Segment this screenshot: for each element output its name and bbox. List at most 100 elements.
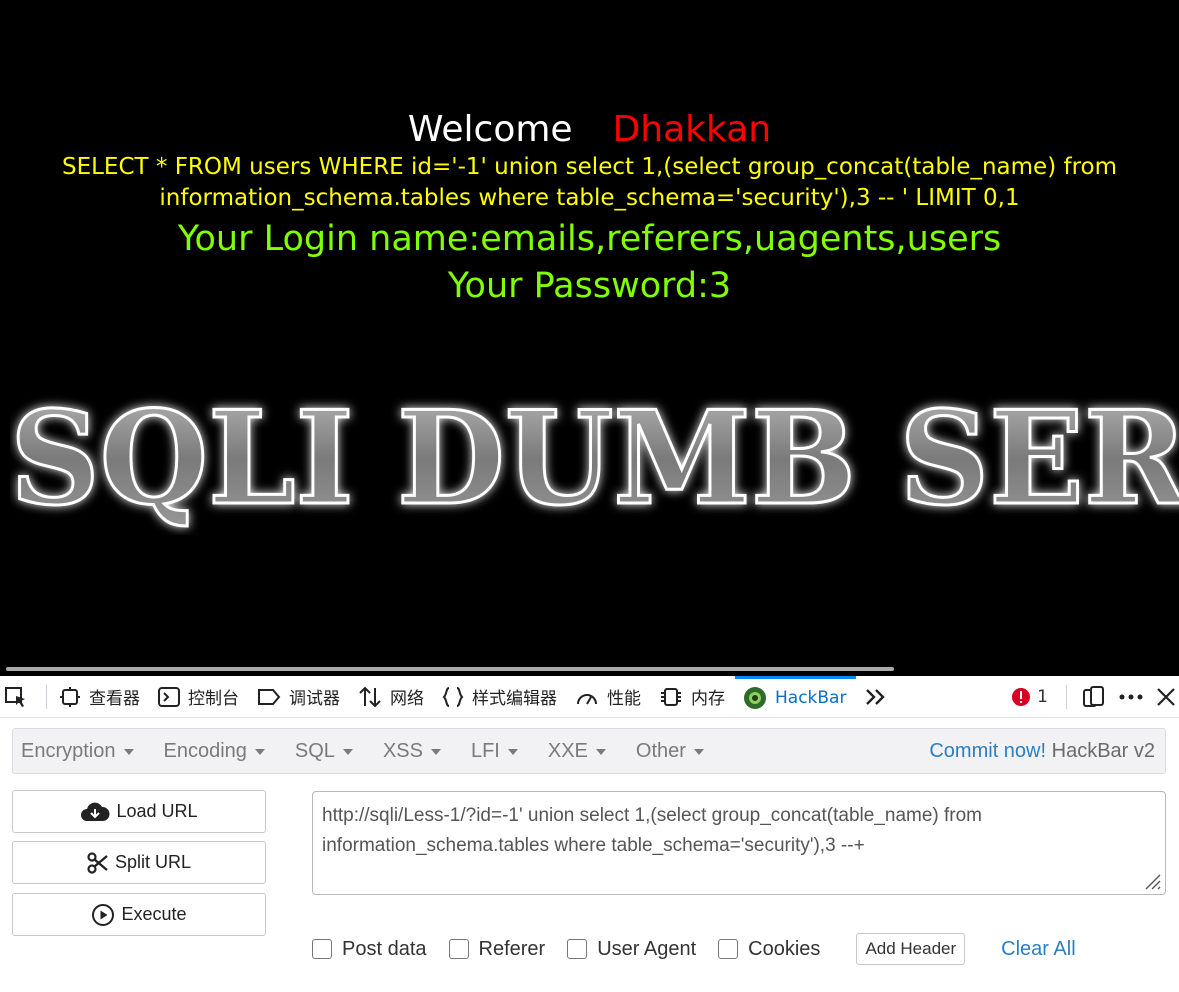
more-options-icon[interactable] [1117, 684, 1145, 710]
banner-text: SQLI DUMB SERIES [10, 385, 1179, 534]
tab-label: 性能 [607, 689, 641, 709]
menu-label: Encryption [21, 739, 116, 762]
menu-encryption[interactable]: Encryption [13, 740, 142, 763]
tab-label: 控制台 [188, 689, 239, 709]
tab-label: 样式编辑器 [472, 689, 557, 709]
memory-icon [661, 687, 681, 706]
welcome-line: Welcome Dhakkan [0, 108, 1179, 152]
button-label: Execute [121, 904, 187, 924]
checkbox-label: Referer [478, 937, 546, 960]
url-value: http://sqli/Less-1/?id=-1' union select … [322, 805, 983, 856]
tab-style-editor[interactable]: 样式编辑器 [434, 676, 567, 718]
caret-down-icon [693, 749, 704, 755]
menu-lfi[interactable]: LFI [463, 740, 526, 763]
checkbox-box[interactable] [312, 939, 332, 959]
menu-xxe[interactable]: XXE [540, 740, 614, 763]
hackbar-version: HackBar v2 [1051, 740, 1155, 762]
menu-label: XSS [382, 739, 423, 762]
tab-label: HackBar [775, 688, 847, 708]
tab-separator [46, 684, 47, 709]
hackbar-icon [744, 687, 766, 709]
button-label: Split URL [114, 852, 192, 872]
password-line: Your Password:3 [447, 266, 732, 306]
tab-network[interactable]: 网络 [350, 676, 434, 718]
tab-debugger[interactable]: 调试器 [249, 676, 350, 718]
commit-now-link[interactable]: Commit now! [929, 740, 1046, 762]
tab-memory[interactable]: 内存 [651, 676, 735, 718]
tab-console[interactable]: 控制台 [150, 676, 249, 718]
checkbox-label: Post data [342, 937, 427, 960]
more-tabs-button[interactable] [856, 676, 902, 718]
checkbox-label: User Agent [597, 937, 697, 960]
checkbox-box[interactable] [448, 939, 469, 959]
performance-icon [577, 693, 597, 704]
caret-down-icon [430, 749, 441, 755]
caret-down-icon [123, 749, 134, 755]
horizontal-scrollbar[interactable] [6, 667, 894, 671]
load-url-button[interactable]: Load URL [12, 790, 266, 833]
inspector-icon [60, 686, 80, 707]
login-name-line: Your Login name:emails,referers,uagents,… [177, 219, 1002, 259]
devtools-panel: 查看器 控制台 调试器 网络 样式编辑器 性能 内存 HackBar 1 Enc… [0, 675, 1179, 992]
user-agent-checkbox[interactable]: User Agent [567, 938, 696, 961]
menu-label: Other [635, 739, 686, 762]
error-icon[interactable] [1011, 687, 1031, 707]
referer-checkbox[interactable]: Referer [448, 937, 546, 961]
play-circle-icon [92, 903, 115, 926]
checkbox-box[interactable] [567, 939, 588, 959]
element-picker-button[interactable] [0, 676, 42, 718]
style-editor-icon [442, 686, 464, 707]
element-picker-icon [5, 686, 25, 707]
menu-other[interactable]: Other [628, 740, 712, 763]
menu-label: Encoding [163, 739, 247, 762]
caret-down-icon [342, 749, 353, 755]
responsive-design-icon[interactable] [1081, 684, 1107, 710]
welcome-word: Welcome [407, 109, 573, 150]
tab-separator [1066, 685, 1067, 709]
execute-button[interactable]: Execute [12, 893, 266, 936]
tab-performance[interactable]: 性能 [567, 676, 651, 718]
debugger-icon [258, 688, 281, 705]
hackbar-brand: Commit now! HackBar v2 [929, 729, 1155, 773]
close-icon[interactable] [1155, 686, 1177, 708]
tab-label: 查看器 [89, 689, 140, 709]
button-label: Load URL [116, 801, 198, 821]
devtools-tab-bar: 查看器 控制台 调试器 网络 样式编辑器 性能 内存 HackBar 1 [0, 675, 1179, 718]
tab-hackbar[interactable]: HackBar [735, 675, 857, 718]
tab-label: 网络 [390, 689, 424, 709]
tab-label: 调试器 [289, 689, 340, 709]
checkbox-label: Cookies [748, 937, 821, 960]
hackbar-options: Post data Referer User Agent Cookies Add… [312, 932, 1076, 966]
menu-encoding[interactable]: Encoding [156, 740, 273, 763]
console-icon [158, 686, 180, 707]
network-icon [359, 686, 381, 707]
caret-down-icon [254, 749, 265, 755]
menu-label: SQL [294, 739, 335, 762]
sql-query-text: SELECT * FROM users WHERE id='-1' union … [61, 154, 1117, 211]
page-content: Welcome Dhakkan SELECT * FROM users WHERE… [0, 0, 1179, 676]
caret-down-icon [507, 749, 518, 755]
sqli-banner-image: SQLI DUMB SERIES [10, 385, 1179, 535]
devtools-toolbar-right: 1 [1011, 676, 1179, 718]
cookies-checkbox[interactable]: Cookies [718, 938, 820, 961]
url-textarea[interactable]: http://sqli/Less-1/?id=-1' union select … [312, 791, 1166, 895]
checkbox-box[interactable] [718, 939, 739, 959]
caret-down-icon [595, 749, 606, 755]
tab-inspector[interactable]: 查看器 [51, 676, 150, 718]
add-header-button[interactable]: Add Header [856, 933, 966, 965]
welcome-name: Dhakkan [612, 109, 772, 150]
chevron-double-right-icon [866, 688, 886, 705]
error-count: 1 [1037, 687, 1048, 707]
menu-sql[interactable]: SQL [287, 740, 361, 763]
post-data-checkbox[interactable]: Post data [312, 938, 427, 961]
scissors-icon [87, 851, 108, 874]
hackbar-menu-bar: Encryption Encoding SQL XSS LFI XXE Othe… [12, 728, 1166, 774]
clear-all-link[interactable]: Clear All [1001, 938, 1075, 961]
menu-label: XXE [547, 739, 588, 762]
menu-label: LFI [470, 739, 500, 762]
resize-handle-icon[interactable] [1139, 868, 1161, 890]
split-url-button[interactable]: Split URL [12, 841, 266, 884]
cloud-download-icon [81, 802, 110, 821]
menu-xss[interactable]: XSS [375, 740, 449, 763]
tab-label: 内存 [691, 689, 725, 709]
